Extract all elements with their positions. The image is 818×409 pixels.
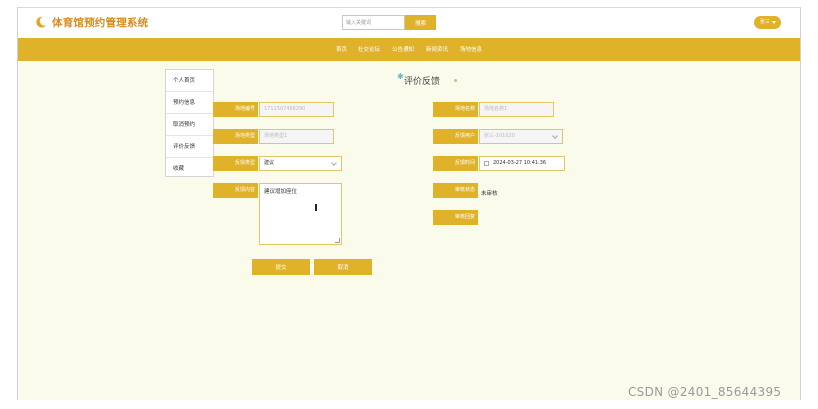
feedback-time-field[interactable]: 2024-03-27 10:41:36 xyxy=(479,156,565,171)
page-heading: 评价反馈 xyxy=(404,77,441,87)
csdn-watermark: CSDN @2401_85644395 xyxy=(628,385,782,399)
search-button[interactable]: 搜索 xyxy=(405,15,436,30)
feedback-type-value: 建议 xyxy=(264,160,275,166)
star-decoration-icon: ✱ xyxy=(397,72,404,81)
user-label: 反馈用户 xyxy=(433,129,478,144)
user-value: 张三-101020 xyxy=(484,133,515,139)
submit-button[interactable]: 提交 xyxy=(252,259,310,275)
reply-status-label: 审核状态 xyxy=(433,183,478,198)
top-header: 体育馆预约管理系统 搜索 张三 xyxy=(18,8,800,38)
feedback-type-select[interactable]: 建议 xyxy=(259,156,342,171)
venue-type-label: 场地类型 xyxy=(213,129,258,144)
venue-name-label: 场地名称 xyxy=(433,102,478,117)
side-menu: 个人首页 预约信息 取消预约 评价反馈 收藏 xyxy=(165,69,214,177)
resize-handle-icon[interactable] xyxy=(335,238,340,243)
reply-status-value: 未审核 xyxy=(481,191,498,197)
text-cursor-icon xyxy=(315,204,317,211)
user-name: 张三 xyxy=(760,19,771,25)
feedback-content-textarea[interactable]: 建议增加座位 xyxy=(259,183,342,245)
venue-type-field[interactable]: 场地类型1 xyxy=(259,129,334,144)
nav-item-forum[interactable]: 社交论坛 xyxy=(358,45,380,53)
main-navbar: 首页 社交论坛 公告通知 新闻资讯 场地信息 xyxy=(18,38,800,61)
chevron-down-icon xyxy=(552,133,558,139)
venue-name-field[interactable]: 场地名称1 xyxy=(479,102,554,117)
menu-item-feedback[interactable]: 评价反馈 xyxy=(166,136,213,158)
site-title: 体育馆预约管理系统 xyxy=(52,17,149,29)
caret-down-icon xyxy=(772,21,776,24)
feedback-time-label: 反馈时间 xyxy=(433,156,478,171)
user-select[interactable]: 张三-101020 xyxy=(479,129,563,144)
cancel-button[interactable]: 取消 xyxy=(314,259,372,275)
nav-item-venue[interactable]: 场地信息 xyxy=(460,45,482,53)
menu-item-cancel-reservation[interactable]: 取消预约 xyxy=(166,114,213,136)
nav-item-home[interactable]: 首页 xyxy=(336,45,347,53)
nav-item-news[interactable]: 新闻资讯 xyxy=(426,45,448,53)
nav-item-notice[interactable]: 公告通知 xyxy=(392,45,414,53)
venue-number-field[interactable]: 1711507468290 xyxy=(259,102,334,117)
search-input[interactable] xyxy=(342,15,405,30)
chevron-down-icon xyxy=(331,160,337,166)
moon-logo-icon xyxy=(36,16,47,28)
dot-decoration-icon xyxy=(454,79,457,82)
feedback-time-value: 2024-03-27 10:41:36 xyxy=(493,160,547,166)
reply-label: 审核回复 xyxy=(433,210,478,225)
feedback-content-value: 建议增加座位 xyxy=(264,189,298,195)
feedback-type-label: 反馈类型 xyxy=(213,156,258,171)
venue-number-label: 场地编号 xyxy=(213,102,258,117)
menu-item-reservation[interactable]: 预约信息 xyxy=(166,92,213,114)
menu-item-profile[interactable]: 个人首页 xyxy=(166,70,213,92)
feedback-content-label: 反馈内容 xyxy=(213,183,258,198)
menu-item-favorites[interactable]: 收藏 xyxy=(166,158,213,180)
app-window: 体育馆预约管理系统 搜索 张三 首页 社交论坛 公告通知 新闻资讯 场地信息 个… xyxy=(17,7,801,400)
user-menu-button[interactable]: 张三 xyxy=(754,16,781,29)
calendar-icon xyxy=(484,161,489,166)
